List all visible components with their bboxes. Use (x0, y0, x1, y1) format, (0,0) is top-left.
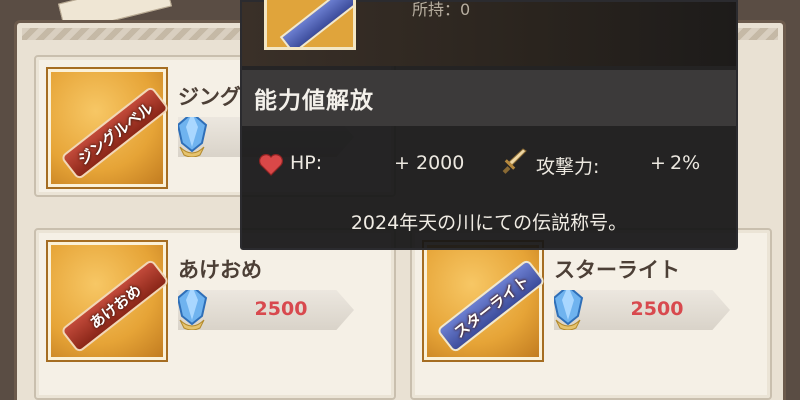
title-name: ジング (178, 85, 241, 109)
crystal-gem-icon (178, 117, 208, 157)
crystal-gem-icon (178, 290, 208, 330)
title-badge-thumbnail: ジングルベル (48, 69, 170, 187)
heart-icon (259, 154, 283, 176)
attack-sign: + (650, 152, 666, 174)
hp-value: 2000 (416, 152, 465, 174)
hp-label: HP: (290, 152, 323, 174)
price-pill[interactable]: 2500 (554, 290, 730, 330)
starlight-badge-art: スターライト (436, 258, 546, 354)
attack-value: 2% (670, 152, 701, 174)
section-title: 能力値解放 (254, 88, 374, 114)
owned-count: 所持：0 (412, 0, 471, 19)
price-value: 2500 (254, 298, 308, 320)
section-header: 能力値解放 (242, 70, 736, 126)
title-badge-thumbnail: あけおめ (48, 242, 170, 360)
title-badge-thumbnail: スターライト (424, 242, 546, 360)
title-card-akeome[interactable]: あけおめ あけおめ 2500 (34, 228, 396, 400)
tooltip-badge-thumbnail (264, 0, 356, 50)
title-detail-tooltip: 所持：0 能力値解放 HP: + 2000 攻撃力: + 2% 2024年天の川… (240, 0, 738, 250)
starlight-badge-art (279, 0, 353, 47)
price-value: 2500 (630, 298, 684, 320)
attack-label: 攻撃力: (536, 156, 600, 178)
title-name: スターライト (554, 258, 680, 282)
hp-sign: + (394, 152, 410, 174)
tooltip-title-bar: 所持：0 (242, 0, 736, 66)
akeome-badge-art: あけおめ (60, 258, 170, 354)
title-name: あけおめ (178, 258, 262, 282)
jingle-bell-badge-art: ジングルベル (60, 85, 170, 181)
price-pill[interactable]: 2500 (178, 290, 354, 330)
title-card-starlight[interactable]: スターライト スターライト 2500 (410, 228, 772, 400)
title-description: 2024年天の川にての伝説称号。 (350, 212, 628, 234)
sword-icon (502, 148, 527, 174)
stat-row: HP: + 2000 攻撃力: + 2% (256, 146, 726, 182)
crystal-gem-icon (554, 290, 584, 330)
